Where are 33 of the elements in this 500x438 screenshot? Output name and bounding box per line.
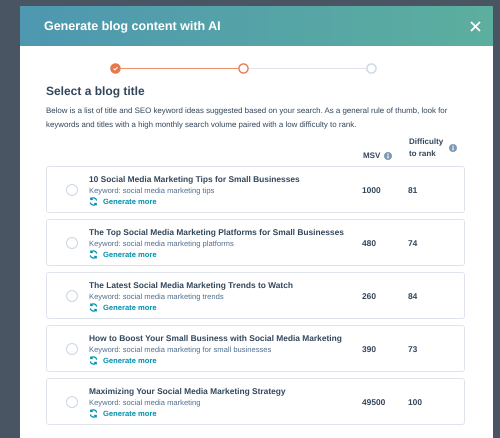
difficulty-value: 81 bbox=[408, 184, 418, 194]
dialog-title: Generate blog content with AI bbox=[44, 19, 221, 33]
difficulty-value: 74 bbox=[408, 238, 418, 248]
refresh-icon bbox=[89, 356, 98, 364]
section-heading: Select a blog title bbox=[46, 84, 146, 98]
difficulty-value: 73 bbox=[408, 344, 418, 354]
refresh-icon bbox=[89, 250, 98, 258]
msv-value: 1000 bbox=[362, 184, 382, 194]
column-header: MSV bbox=[363, 151, 380, 160]
column-header: Difficulty to rank bbox=[409, 136, 444, 160]
info-icon[interactable] bbox=[449, 144, 457, 152]
close-button[interactable] bbox=[468, 18, 483, 34]
radio-button[interactable] bbox=[66, 236, 78, 248]
info-icon[interactable] bbox=[384, 152, 392, 160]
blog-title: The Top Social Media Marketing Platforms for Small Businesses bbox=[89, 226, 345, 236]
msv-value: 49500 bbox=[362, 396, 386, 406]
blog-title: The Latest Social Media Marketing Trends to Watch bbox=[89, 280, 294, 290]
refresh-icon bbox=[89, 408, 98, 418]
close-icon bbox=[470, 20, 481, 32]
difficulty-value: 84 bbox=[408, 290, 418, 300]
blog-title: 10 Social Media Marketing Tips for Small Businesses bbox=[89, 174, 301, 184]
radio-button[interactable] bbox=[66, 342, 78, 354]
radio-button[interactable] bbox=[66, 184, 78, 196]
difficulty-value: 100 bbox=[408, 396, 423, 406]
refresh-icon bbox=[89, 302, 98, 312]
msv-value: 480 bbox=[362, 238, 377, 248]
msv-value: 390 bbox=[362, 344, 377, 354]
msv-value: 260 bbox=[362, 290, 377, 300]
refresh-icon bbox=[89, 196, 98, 206]
blog-title: How to Boost Your Small Business with Social Media Marketing bbox=[89, 332, 343, 342]
blog-title: Maximizing Your Social Media Marketing Strategy bbox=[89, 386, 287, 396]
radio-button[interactable] bbox=[66, 290, 78, 302]
radio-button[interactable] bbox=[66, 396, 78, 408]
